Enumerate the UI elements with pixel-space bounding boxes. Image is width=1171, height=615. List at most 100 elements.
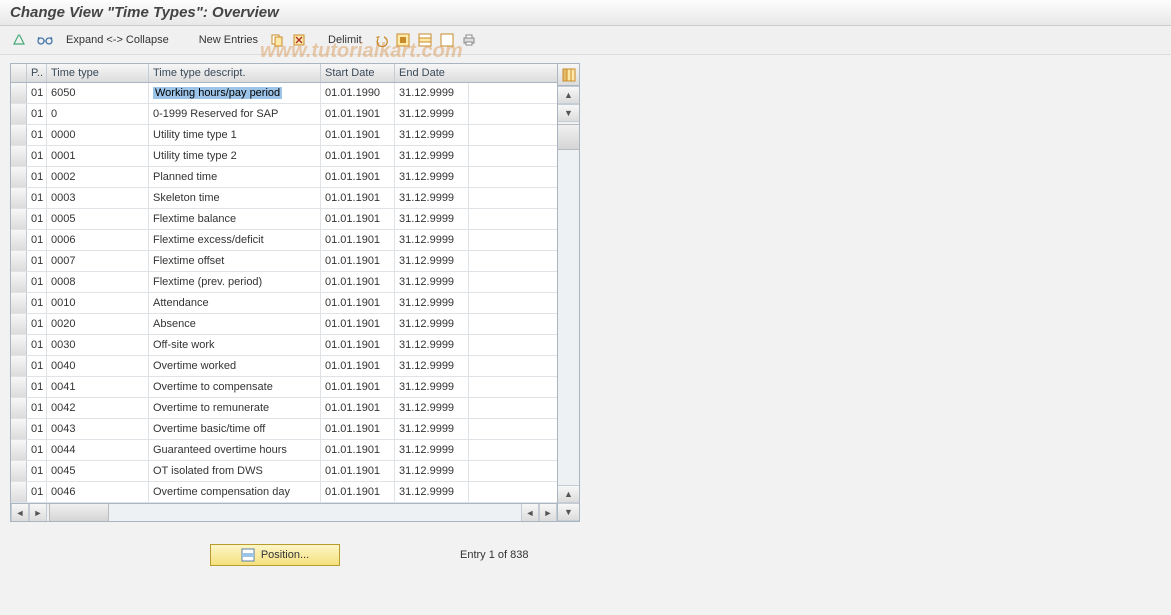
cell-start[interactable]: 01.01.1901 bbox=[321, 251, 395, 271]
cell-end[interactable]: 31.12.9999 bbox=[395, 293, 469, 313]
cell-time-type[interactable]: 0007 bbox=[47, 251, 149, 271]
scroll-up-icon[interactable]: ▲ bbox=[558, 86, 579, 104]
cell-desc[interactable]: Flextime offset bbox=[149, 251, 321, 271]
cell-time-type[interactable]: 0020 bbox=[47, 314, 149, 334]
row-selector[interactable] bbox=[11, 461, 27, 481]
cell-p[interactable]: 01 bbox=[27, 83, 47, 103]
cell-p[interactable]: 01 bbox=[27, 188, 47, 208]
select-all-icon[interactable] bbox=[394, 31, 412, 49]
cell-start[interactable]: 01.01.1901 bbox=[321, 209, 395, 229]
cell-p[interactable]: 01 bbox=[27, 398, 47, 418]
cell-time-type[interactable]: 0008 bbox=[47, 272, 149, 292]
cell-p[interactable]: 01 bbox=[27, 335, 47, 355]
cell-end[interactable]: 31.12.9999 bbox=[395, 356, 469, 376]
col-desc[interactable]: Time type descript. bbox=[149, 64, 321, 82]
cell-p[interactable]: 01 bbox=[27, 356, 47, 376]
cell-end[interactable]: 31.12.9999 bbox=[395, 314, 469, 334]
cell-desc[interactable]: Guaranteed overtime hours bbox=[149, 440, 321, 460]
cell-start[interactable]: 01.01.1901 bbox=[321, 272, 395, 292]
cell-end[interactable]: 31.12.9999 bbox=[395, 419, 469, 439]
column-config-icon[interactable] bbox=[558, 64, 579, 86]
cell-end[interactable]: 31.12.9999 bbox=[395, 83, 469, 103]
cell-time-type[interactable]: 0005 bbox=[47, 209, 149, 229]
row-selector[interactable] bbox=[11, 251, 27, 271]
col-time-type[interactable]: Time type bbox=[47, 64, 149, 82]
print-icon[interactable] bbox=[460, 31, 478, 49]
vertical-scrollbar[interactable]: ▲ ▼ ▲ ▼ bbox=[558, 86, 579, 521]
cell-time-type[interactable]: 0040 bbox=[47, 356, 149, 376]
cell-desc[interactable]: Overtime to compensate bbox=[149, 377, 321, 397]
cell-end[interactable]: 31.12.9999 bbox=[395, 230, 469, 250]
cell-desc[interactable]: Skeleton time bbox=[149, 188, 321, 208]
row-selector[interactable] bbox=[11, 188, 27, 208]
cell-start[interactable]: 01.01.1901 bbox=[321, 398, 395, 418]
v-scroll-thumb[interactable] bbox=[558, 124, 579, 150]
cell-end[interactable]: 31.12.9999 bbox=[395, 272, 469, 292]
row-selector[interactable] bbox=[11, 314, 27, 334]
cell-desc[interactable]: Absence bbox=[149, 314, 321, 334]
cell-desc[interactable]: 0-1999 Reserved for SAP bbox=[149, 104, 321, 124]
copy-icon[interactable] bbox=[268, 31, 286, 49]
cell-time-type[interactable]: 0044 bbox=[47, 440, 149, 460]
cell-p[interactable]: 01 bbox=[27, 461, 47, 481]
horizontal-scrollbar[interactable]: ◄ ► ◄ ► bbox=[11, 503, 557, 521]
cell-time-type[interactable]: 0046 bbox=[47, 482, 149, 502]
cell-time-type[interactable]: 6050 bbox=[47, 83, 149, 103]
cell-desc[interactable]: Flextime balance bbox=[149, 209, 321, 229]
row-selector[interactable] bbox=[11, 482, 27, 502]
h-scroll-thumb[interactable] bbox=[49, 504, 109, 521]
row-selector[interactable] bbox=[11, 272, 27, 292]
row-selector[interactable] bbox=[11, 335, 27, 355]
cell-end[interactable]: 31.12.9999 bbox=[395, 251, 469, 271]
cell-p[interactable]: 01 bbox=[27, 125, 47, 145]
scroll-right-icon[interactable]: ► bbox=[539, 504, 557, 521]
cell-p[interactable]: 01 bbox=[27, 314, 47, 334]
cell-time-type[interactable]: 0042 bbox=[47, 398, 149, 418]
cell-p[interactable]: 01 bbox=[27, 377, 47, 397]
cell-start[interactable]: 01.01.1901 bbox=[321, 440, 395, 460]
cell-start[interactable]: 01.01.1901 bbox=[321, 104, 395, 124]
scroll-down-top-icon[interactable]: ▼ bbox=[558, 104, 579, 122]
col-end[interactable]: End Date bbox=[395, 64, 469, 82]
undo-icon[interactable] bbox=[372, 31, 390, 49]
cell-p[interactable]: 01 bbox=[27, 272, 47, 292]
row-selector[interactable] bbox=[11, 167, 27, 187]
cell-p[interactable]: 01 bbox=[27, 230, 47, 250]
cell-p[interactable]: 01 bbox=[27, 104, 47, 124]
position-button[interactable]: Position... bbox=[210, 544, 340, 566]
cell-start[interactable]: 01.01.1901 bbox=[321, 461, 395, 481]
cell-p[interactable]: 01 bbox=[27, 482, 47, 502]
row-selector[interactable] bbox=[11, 440, 27, 460]
col-select[interactable] bbox=[11, 64, 27, 82]
row-selector[interactable] bbox=[11, 209, 27, 229]
row-selector[interactable] bbox=[11, 83, 27, 103]
cell-start[interactable]: 01.01.1901 bbox=[321, 419, 395, 439]
cell-time-type[interactable]: 0006 bbox=[47, 230, 149, 250]
cell-desc[interactable]: Working hours/pay period bbox=[149, 83, 321, 103]
row-selector[interactable] bbox=[11, 398, 27, 418]
cell-desc[interactable]: Utility time type 2 bbox=[149, 146, 321, 166]
cell-start[interactable]: 01.01.1901 bbox=[321, 356, 395, 376]
cell-start[interactable]: 01.01.1990 bbox=[321, 83, 395, 103]
cell-start[interactable]: 01.01.1901 bbox=[321, 314, 395, 334]
cell-desc[interactable]: Flextime excess/deficit bbox=[149, 230, 321, 250]
cell-p[interactable]: 01 bbox=[27, 146, 47, 166]
row-selector[interactable] bbox=[11, 230, 27, 250]
scroll-down-icon[interactable]: ▼ bbox=[558, 503, 579, 521]
cell-end[interactable]: 31.12.9999 bbox=[395, 440, 469, 460]
cell-start[interactable]: 01.01.1901 bbox=[321, 230, 395, 250]
cell-p[interactable]: 01 bbox=[27, 293, 47, 313]
row-selector[interactable] bbox=[11, 125, 27, 145]
cell-end[interactable]: 31.12.9999 bbox=[395, 209, 469, 229]
cell-p[interactable]: 01 bbox=[27, 209, 47, 229]
cell-p[interactable]: 01 bbox=[27, 167, 47, 187]
col-p[interactable]: P.. bbox=[27, 64, 47, 82]
cell-time-type[interactable]: 0041 bbox=[47, 377, 149, 397]
scroll-left-icon[interactable]: ◄ bbox=[11, 504, 29, 521]
cell-desc[interactable]: Overtime basic/time off bbox=[149, 419, 321, 439]
cell-end[interactable]: 31.12.9999 bbox=[395, 398, 469, 418]
cell-time-type[interactable]: 0010 bbox=[47, 293, 149, 313]
cell-desc[interactable]: Planned time bbox=[149, 167, 321, 187]
new-entries-button[interactable]: New Entries bbox=[193, 34, 264, 46]
cell-p[interactable]: 01 bbox=[27, 419, 47, 439]
